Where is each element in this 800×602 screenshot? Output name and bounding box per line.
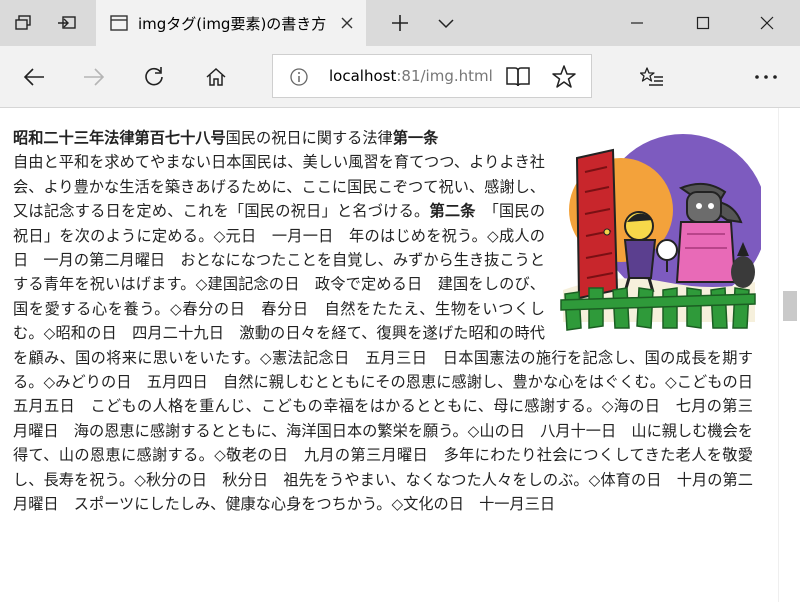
book-icon[interactable] <box>505 65 531 89</box>
title-bar: imgタグ(img要素)の書き方 <box>0 0 800 46</box>
url-text[interactable]: localhost:81/img.html <box>329 67 511 85</box>
article-2-label: 第二条 <box>429 202 476 221</box>
home-button[interactable] <box>198 59 234 95</box>
vertical-scrollbar[interactable] <box>778 108 800 602</box>
forward-button[interactable] <box>76 59 112 95</box>
tab-list-button[interactable] <box>428 0 464 46</box>
star-icon[interactable] <box>551 64 577 90</box>
more-button[interactable] <box>748 59 784 95</box>
set-aside-tabs-button[interactable] <box>48 0 86 46</box>
more-icon <box>755 75 777 79</box>
home-icon <box>206 67 226 86</box>
illustration-image <box>560 134 761 331</box>
info-icon[interactable] <box>289 67 309 87</box>
close-icon <box>760 16 774 30</box>
law-number: 昭和二十三年法律第百七十八号 <box>13 129 226 147</box>
law-article: 昭和二十三年法律第百七十八号国民の祝日に関する法律第一条 自由と平和を求めてやま… <box>13 126 768 517</box>
back-arrow-icon <box>23 68 44 86</box>
page-content[interactable]: 昭和二十三年法律第百七十八号国民の祝日に関する法律第一条 自由と平和を求めてやま… <box>0 108 778 602</box>
article-1-label: 第一条 <box>392 129 439 147</box>
tab-preview-button[interactable] <box>4 0 42 46</box>
close-tab-button[interactable] <box>338 14 356 32</box>
forward-arrow-icon <box>84 68 105 86</box>
favorites-hub-button[interactable] <box>634 59 670 95</box>
refresh-button[interactable] <box>136 59 172 95</box>
tab-active[interactable]: imgタグ(img要素)の書き方 <box>96 0 366 46</box>
refresh-icon <box>145 67 163 86</box>
url-path: :81/img.html <box>396 67 493 85</box>
navigation-toolbar: localhost:81/img.html <box>0 46 800 108</box>
tab-preview-icon <box>15 15 31 30</box>
url-host: localhost <box>329 67 397 85</box>
set-aside-tabs-icon <box>58 16 76 29</box>
new-tab-button[interactable] <box>380 0 420 46</box>
favorites-hub-icon <box>640 67 663 86</box>
minimize-icon <box>631 22 643 24</box>
close-window-button[interactable] <box>740 0 794 46</box>
minimize-button[interactable] <box>610 0 664 46</box>
back-button[interactable] <box>16 59 52 95</box>
address-bar[interactable]: localhost:81/img.html <box>272 54 592 98</box>
scrollbar-thumb[interactable] <box>783 291 797 321</box>
maximize-button[interactable] <box>676 0 730 46</box>
page-icon <box>110 15 128 31</box>
law-title: 国民の祝日に関する法律 <box>225 129 393 147</box>
chevron-down-icon <box>438 19 454 29</box>
plus-icon <box>392 15 408 31</box>
maximize-icon <box>696 16 710 30</box>
tab-title: imgタグ(img要素)の書き方 <box>138 14 327 33</box>
